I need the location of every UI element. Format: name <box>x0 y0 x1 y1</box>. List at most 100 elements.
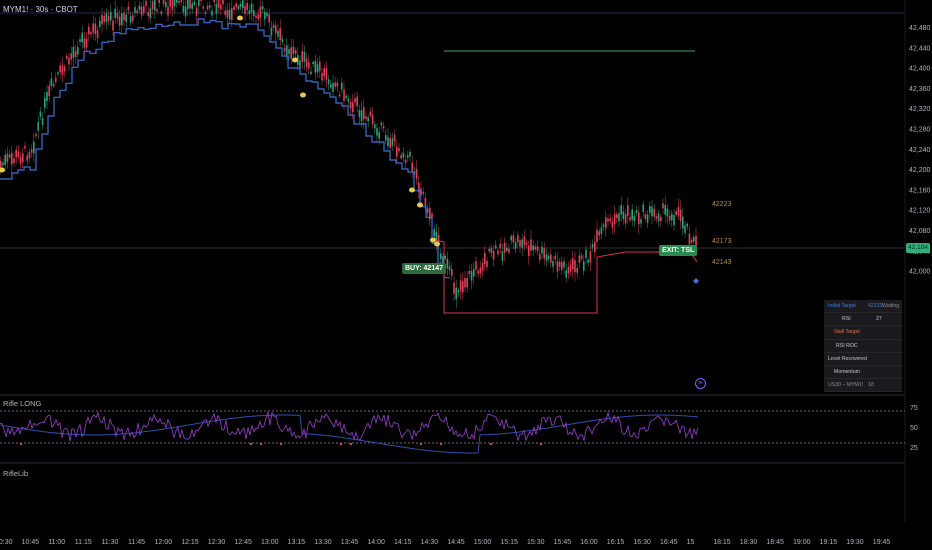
candle-body <box>671 213 673 221</box>
candle-body <box>682 216 684 229</box>
rsi-oversold-bar <box>250 443 252 445</box>
candle-body <box>495 245 497 248</box>
candle-body <box>512 235 515 243</box>
rsi-oversold-bar <box>350 443 352 445</box>
candle-body <box>613 214 616 225</box>
indicator-name-2[interactable]: RifleLib <box>3 469 28 478</box>
candle-body <box>616 214 618 219</box>
candle-body <box>644 214 647 220</box>
buy-signal-tag[interactable]: BUY: 42147 <box>402 263 447 274</box>
candle-body <box>673 215 675 226</box>
candle-body <box>220 4 222 10</box>
candle-body <box>85 38 88 48</box>
symbol-title[interactable]: MYM1! · 30s · CBOT <box>3 5 78 14</box>
candle-body <box>169 0 171 7</box>
candle-body <box>305 58 308 67</box>
candle-body <box>481 262 484 271</box>
candle-body <box>314 61 317 73</box>
candle-body <box>301 51 303 62</box>
candle-body <box>261 5 264 10</box>
price-axis-label: 42,480 <box>909 25 931 32</box>
candle-body <box>407 155 409 158</box>
status-cell: Stall Target <box>834 329 860 336</box>
candle-body <box>70 53 72 60</box>
candle-body <box>286 45 288 56</box>
candle-body <box>343 89 345 101</box>
candle-body <box>59 65 61 73</box>
level-label-2: 42173 <box>712 238 732 245</box>
candle-body <box>367 117 369 122</box>
candle-body <box>134 7 136 13</box>
candle-body <box>600 227 603 234</box>
time-axis-label: 19:00 <box>793 539 811 546</box>
candle-body <box>319 61 321 72</box>
signal-dot <box>292 57 298 63</box>
time-axis-label: 11:00 <box>48 539 65 546</box>
candle-body <box>253 10 255 17</box>
candle-body <box>57 72 59 75</box>
candle-body <box>37 121 39 131</box>
candle-body <box>536 246 539 252</box>
indicator-name[interactable]: Rifle LONG <box>3 399 41 408</box>
candle-body <box>266 12 268 17</box>
candle-body <box>308 62 310 69</box>
candle-body <box>250 3 253 13</box>
candle-body <box>484 252 486 265</box>
candle-body <box>642 204 644 212</box>
price-axis-label: 42,240 <box>909 147 931 154</box>
time-axis-label: 16:15 <box>607 539 625 546</box>
status-cell: Waiting <box>882 303 900 310</box>
candle-body <box>576 268 578 273</box>
candle-body <box>110 12 112 21</box>
candle-body <box>4 154 6 165</box>
candle-body <box>488 248 490 252</box>
candle-body <box>52 83 55 87</box>
status-cell: Momentum <box>834 369 860 376</box>
candle-body <box>118 16 121 26</box>
candle-body <box>596 229 598 242</box>
candle-body <box>532 245 534 251</box>
time-axis-label: 11:30 <box>101 539 118 546</box>
candle-body <box>116 13 119 19</box>
candle-body <box>649 206 651 213</box>
candle-body <box>13 158 15 164</box>
candle-body <box>184 6 187 17</box>
candle-body <box>303 51 306 62</box>
candle-body <box>173 0 176 7</box>
chart-canvas[interactable]: 42,480 42,440 42,400 42,360 42,320 42,280 42,2… <box>0 0 932 550</box>
candle-body <box>96 30 99 39</box>
candle-body <box>176 0 178 3</box>
candle-body <box>63 66 66 72</box>
candle-body <box>2 162 4 166</box>
candle-body <box>457 290 460 293</box>
candle-body <box>55 77 57 82</box>
status-cell: RSI <box>842 316 851 323</box>
current-price-tag: 42,184 <box>906 243 930 253</box>
diamond-marker <box>693 278 699 284</box>
candle-body <box>374 124 376 129</box>
candle-body <box>321 72 323 81</box>
status-row: Level Recovered <box>824 353 902 366</box>
candle-body <box>382 126 385 129</box>
candle-body <box>99 20 101 27</box>
candle-body <box>554 255 556 260</box>
candle-body <box>675 211 677 215</box>
rsi-oversold-bar <box>20 443 22 445</box>
time-axis-label: 16:00 <box>580 539 598 546</box>
candle-body <box>693 236 695 242</box>
candle-body <box>638 212 640 225</box>
candle-body <box>74 50 77 58</box>
candle-body <box>215 3 218 14</box>
candle-body <box>341 82 343 90</box>
chart-tool-icon[interactable]: ≫ <box>695 378 706 389</box>
time-axis-label: 13:30 <box>314 539 332 546</box>
candle-body <box>389 138 391 148</box>
candle-body <box>539 253 541 260</box>
candle-body <box>459 280 462 292</box>
time-axis-label: 19:15 <box>820 539 838 546</box>
status-cell: Level Recovered <box>828 355 867 362</box>
exit-signal-tag[interactable]: EXIT: TSL <box>659 245 698 256</box>
rsi-axis-25: 25 <box>910 445 918 452</box>
time-axis-label: 18:30 <box>740 539 758 546</box>
candle-body <box>33 141 35 154</box>
